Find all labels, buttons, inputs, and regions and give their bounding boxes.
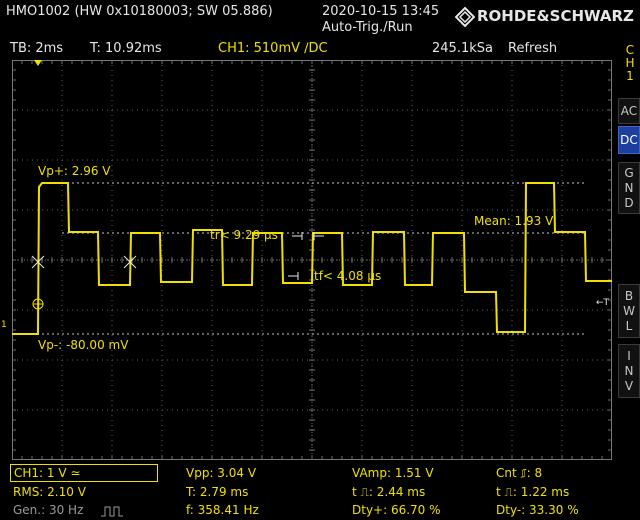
coupling-dc-button[interactable]: DC <box>618 126 640 154</box>
invert-button[interactable]: I N V <box>618 344 640 398</box>
top-status-bar: HMO1002 (HW 0x10180003; SW 05.886) 2020-… <box>0 0 640 38</box>
bwl-letter-w: W <box>623 304 635 318</box>
channel-setting[interactable]: CH1: 510mV ∕DC <box>218 41 328 56</box>
square-wave-icon <box>101 506 123 517</box>
negative-pulse-width: t ⎍: 1.22 ms <box>496 485 570 499</box>
fall-time-label: tf< 4.08 µs <box>314 269 382 283</box>
inv-letter-v: V <box>624 379 634 393</box>
period-value: T: 2.79 ms <box>186 485 249 499</box>
bandwidth-limit-button[interactable]: B W L <box>618 284 640 338</box>
vpp-value: Vpp: 3.04 V <box>186 466 257 480</box>
vp-plus-label: Vp+: 2.96 V <box>38 164 111 178</box>
trigger-level-marker[interactable]: ←T <box>596 298 609 308</box>
rise-time-label: tr< 9.29 µs <box>210 228 278 242</box>
inv-letter-n: N <box>624 364 634 378</box>
channel-number: 1 <box>626 69 634 83</box>
generator-frequency[interactable]: Gen.: 30 Hz <box>13 503 83 517</box>
gnd-letter-g: G <box>624 166 634 180</box>
info-bar: TB: 2ms T: 10.92ms CH1: 510mV ∕DC 245.1k… <box>0 41 612 59</box>
ac-letter-a: A <box>620 104 629 118</box>
inv-letter-i: I <box>627 349 631 363</box>
negative-duty-cycle: Dty-: 33.30 % <box>496 503 579 517</box>
brand-name: ROHDE&SCHWARZ <box>477 7 634 25</box>
gnd-letter-n: N <box>624 181 634 195</box>
bwl-letter-b: B <box>624 289 634 303</box>
vp-minus-label: Vp-: -80.00 mV <box>38 338 129 352</box>
trigger-state: Auto-Trig./Run <box>322 20 413 35</box>
coupling-gnd-button[interactable]: G N D <box>618 162 640 214</box>
gnd-letter-d: D <box>624 196 634 210</box>
ch1-scale-box[interactable]: CH1: 1 V ≃ <box>10 464 158 482</box>
device-info: HMO1002 (HW 0x10180003; SW 05.886) <box>6 4 273 19</box>
positive-pulse-width: t ⎍: 2.44 ms <box>352 485 426 499</box>
rohde-schwarz-diamond-logo-icon <box>455 7 475 27</box>
frequency-value: f: 358.41 Hz <box>186 503 259 517</box>
coupling-ac-button[interactable]: AC <box>618 98 640 124</box>
vamp-value: VAmp: 1.51 V <box>352 466 434 480</box>
scope-display[interactable] <box>12 60 612 460</box>
positive-duty-cycle: Dty+: 66.70 % <box>352 503 441 517</box>
rms-value: RMS: 2.10 V <box>13 485 86 499</box>
measurement-crosshair-markers <box>31 255 137 269</box>
ch1-ground-reference-marker[interactable]: 1 <box>1 320 7 330</box>
acquire-mode[interactable]: Refresh <box>508 41 557 56</box>
bwl-letter-l: L <box>625 319 633 333</box>
trigger-time[interactable]: T: 10.92ms <box>90 41 162 56</box>
timebase[interactable]: TB: 2ms <box>10 41 63 56</box>
measurement-panel: CH1: 1 V ≃ RMS: 2.10 V Gen.: 30 Hz Vpp: … <box>0 462 640 520</box>
dc-letter-c: C <box>629 133 638 147</box>
edge-count-value: Cnt ⎎: 8 <box>496 466 543 480</box>
ac-letter-c: C <box>628 104 638 118</box>
mean-label: Mean: 1.93 V <box>474 214 554 228</box>
channel-indicator[interactable]: C H 1 <box>620 44 640 83</box>
sample-rate: 245.1kSa <box>432 41 493 56</box>
datetime: 2020-10-15 13:45 <box>322 4 440 19</box>
